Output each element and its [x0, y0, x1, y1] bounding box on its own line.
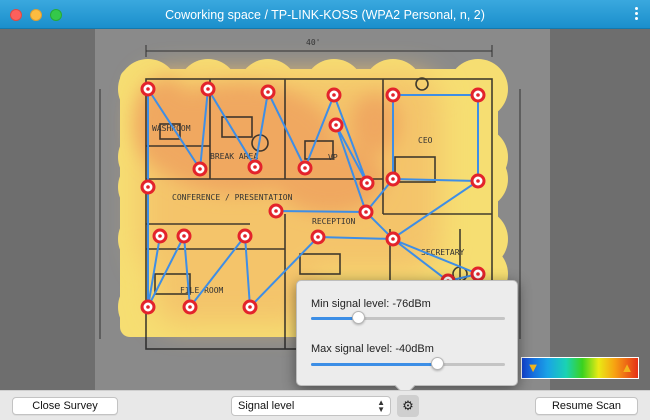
thumbs-up-icon: ▲	[620, 360, 634, 375]
measurement-point[interactable]	[140, 81, 156, 97]
measurement-point[interactable]	[200, 81, 216, 97]
close-survey-button[interactable]: Close Survey	[12, 397, 118, 415]
min-signal-slider[interactable]	[311, 311, 505, 325]
measurement-point[interactable]	[358, 204, 374, 220]
measurement-point[interactable]	[268, 203, 284, 219]
measurement-point[interactable]	[140, 179, 156, 195]
app-window: Coworking space / TP-LINK-KOSS (WPA2 Per…	[0, 0, 650, 420]
view-mode-value: Signal level	[238, 400, 295, 412]
title-bar: Coworking space / TP-LINK-KOSS (WPA2 Per…	[0, 0, 650, 29]
measurement-point[interactable]	[140, 299, 156, 315]
max-slider-thumb[interactable]	[431, 357, 445, 370]
min-slider-fill	[311, 317, 358, 320]
bottom-toolbar: Close Survey Signal level ▲ ▼ ⚙ Resume Sc…	[0, 390, 650, 420]
measurement-point[interactable]	[385, 171, 401, 187]
measurement-point[interactable]	[297, 160, 313, 176]
measurement-point[interactable]	[326, 87, 342, 103]
measurement-point[interactable]	[247, 159, 263, 175]
measurement-point[interactable]	[176, 228, 192, 244]
kebab-menu-icon[interactable]	[633, 7, 639, 21]
measurement-point[interactable]	[385, 87, 401, 103]
view-mode-select[interactable]: Signal level ▲ ▼	[231, 396, 391, 416]
max-slider-fill	[311, 363, 438, 366]
min-slider-thumb[interactable]	[351, 311, 365, 324]
measurement-point[interactable]	[328, 117, 344, 133]
min-signal-label: Min signal level: -76dBm	[311, 298, 431, 310]
resume-scan-button[interactable]: Resume Scan	[535, 397, 638, 415]
gear-icon[interactable]: ⚙	[397, 395, 419, 417]
measurement-point[interactable]	[385, 231, 401, 247]
max-signal-slider[interactable]	[311, 357, 505, 371]
measurement-point[interactable]	[237, 228, 253, 244]
signal-legend: ▼ ▲	[521, 357, 639, 379]
max-signal-label: Max signal level: -40dBm	[311, 343, 434, 355]
measurement-point[interactable]	[470, 173, 486, 189]
measurement-point[interactable]	[470, 266, 486, 282]
measurement-point[interactable]	[192, 161, 208, 177]
measurement-point[interactable]	[260, 84, 276, 100]
measurement-point[interactable]	[152, 228, 168, 244]
select-arrows-icon: ▲ ▼	[377, 398, 385, 414]
measurement-point[interactable]	[310, 229, 326, 245]
measurement-point[interactable]	[470, 87, 486, 103]
thumbs-down-icon: ▼	[526, 360, 540, 375]
measurement-point[interactable]	[359, 175, 375, 191]
signal-range-popover: Min signal level: -76dBm Max signal leve…	[296, 280, 518, 396]
window-title: Coworking space / TP-LINK-KOSS (WPA2 Per…	[165, 8, 485, 22]
measurement-point[interactable]	[182, 299, 198, 315]
measurement-point[interactable]	[242, 299, 258, 315]
